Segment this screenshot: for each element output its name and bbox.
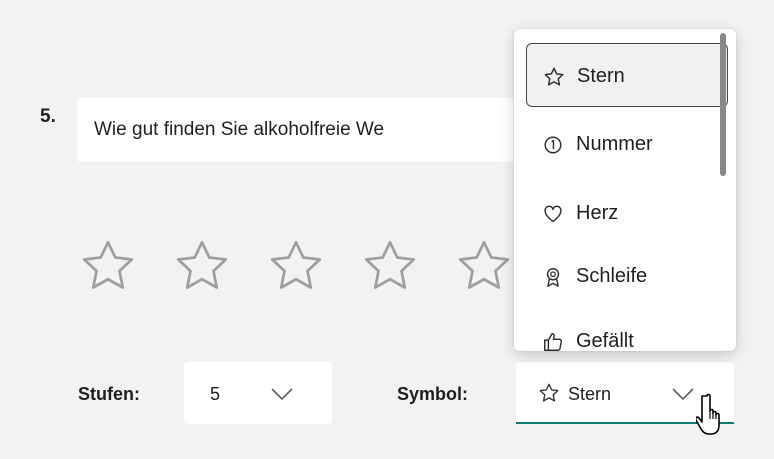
star-icon	[544, 67, 564, 86]
menu-item-label: Gefällt	[576, 330, 634, 351]
levels-label: Stufen:	[78, 384, 140, 404]
dropdown-scrollbar[interactable]	[720, 33, 726, 176]
hand-cursor-icon	[696, 393, 720, 435]
rating-star-icon[interactable]	[266, 236, 326, 296]
levels-select[interactable]: 5	[184, 362, 332, 424]
question-title-input[interactable]: Wie gut finden Sie alkoholfreie We	[77, 98, 517, 162]
levels-value: 5	[210, 384, 221, 404]
menu-item-label: Herz	[576, 202, 619, 224]
heart-icon	[544, 205, 562, 223]
rating-star-icon[interactable]	[360, 236, 420, 296]
menu-item-stern[interactable]: Stern	[526, 43, 728, 107]
ribbon-icon	[546, 268, 560, 287]
star-icon	[539, 383, 559, 402]
symbol-dropdown-menu: Stern Nummer Herz Schleife Gefällt	[514, 29, 736, 351]
chevron-down-icon	[672, 388, 694, 401]
menu-item-nummer[interactable]: Nummer	[526, 112, 728, 176]
rating-star-icon[interactable]	[172, 236, 232, 296]
symbol-value: Stern	[568, 384, 612, 404]
menu-item-schleife[interactable]: Schleife	[526, 244, 728, 308]
question-number: 5.	[40, 106, 56, 127]
menu-item-herz[interactable]: Herz	[526, 181, 728, 245]
chevron-down-icon	[271, 388, 293, 401]
number-icon	[544, 136, 562, 154]
symbol-label: Symbol:	[397, 384, 469, 404]
menu-item-label: Nummer	[576, 133, 653, 155]
menu-item-label: Stern	[577, 65, 625, 87]
rating-star-icon[interactable]	[78, 236, 138, 296]
rating-star-icon[interactable]	[454, 236, 514, 296]
menu-item-gefaellt[interactable]: Gefällt	[526, 309, 728, 351]
thumbs-up-icon	[544, 333, 562, 351]
menu-item-label: Schleife	[576, 265, 648, 287]
